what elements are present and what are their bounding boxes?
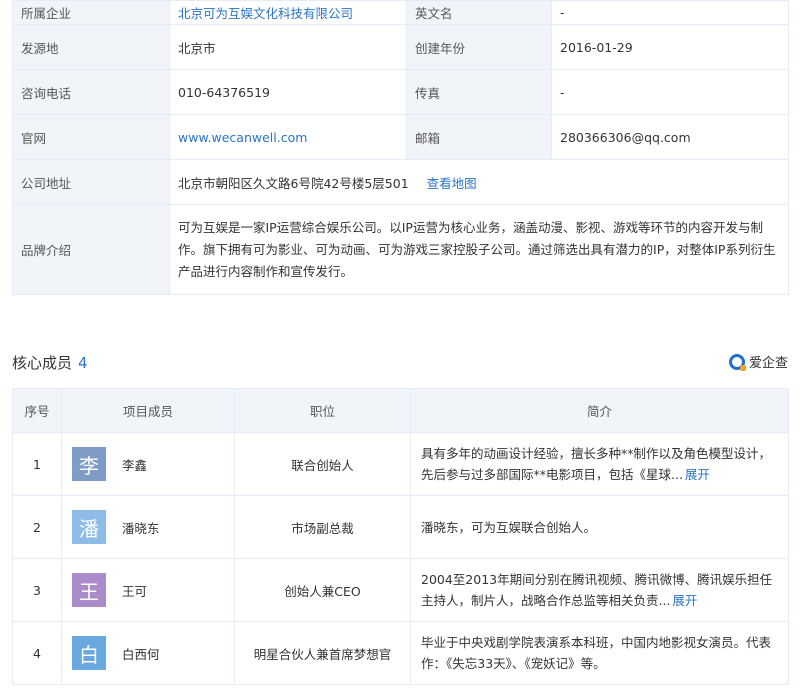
info-row-company: 所属企业 北京可为互娱文化科技有限公司 英文名 - (12, 0, 789, 25)
members-title: 核心成员 4 (12, 352, 88, 373)
member-person[interactable]: 王 王可 (62, 573, 234, 607)
info-row-website: 官网 www.wecanwell.com 邮箱 280366306@qq.com (12, 114, 789, 160)
expand-link[interactable]: 展开 (672, 593, 697, 608)
avatar: 李 (72, 447, 106, 481)
brand-description: 可为互娱是一家IP运营综合娱乐公司。以IP运营为核心业务，涵盖动漫、影视、游戏等… (169, 204, 789, 295)
member-name: 王可 (122, 583, 148, 599)
info-value: 280366306@qq.com (551, 114, 789, 160)
info-row-address: 公司地址 北京市朝阳区久文路6号院42号楼5层501 查看地图 (12, 159, 789, 205)
member-position: 创始人兼CEO (234, 558, 411, 622)
avatar: 白 (72, 636, 106, 670)
members-panel: 序号 项目成员 职位 简介 1 李 李鑫 联合创始人 具有多年的动画设计经验，擅… (12, 388, 789, 685)
col-header-index: 序号 (12, 388, 62, 433)
members-count: 4 (78, 354, 88, 372)
avatar: 王 (72, 573, 106, 607)
info-label: 英文名 (406, 0, 552, 25)
member-name: 李鑫 (122, 457, 148, 473)
info-label: 邮箱 (406, 114, 552, 160)
member-intro-text: 2004至2013年期间分别在腾讯视频、腾讯微博、腾讯娱乐担任主持人，制片人，战… (421, 572, 773, 608)
info-value: - (551, 69, 789, 115)
info-label: 公司地址 (12, 159, 170, 205)
member-name: 潘晓东 (122, 520, 160, 536)
member-intro-text: 毕业于中央戏剧学院表演系本科班，中国内地影视女演员。代表作：《失忘33天》、《宠… (421, 635, 772, 671)
member-intro: 潘晓东，可为互娱联合创始人。 (410, 495, 789, 559)
aiqicha-logo[interactable]: 爱企查 (728, 352, 788, 371)
member-position: 明星合伙人兼首席梦想官 (234, 621, 411, 685)
view-map-button[interactable]: 查看地图 (427, 176, 477, 191)
member-row: 4 白 白西何 明星合伙人兼首席梦想官 毕业于中央戏剧学院表演系本科班，中国内地… (12, 621, 789, 685)
info-label: 官网 (12, 114, 170, 160)
info-row-origin: 发源地 北京市 创建年份 2016-01-29 (12, 24, 789, 70)
info-value: 2016-01-29 (551, 24, 789, 70)
col-header-position: 职位 (234, 388, 411, 433)
member-index: 4 (12, 621, 62, 685)
member-index: 2 (12, 495, 62, 559)
address-value: 北京市朝阳区久文路6号院42号楼5层501 (178, 175, 409, 191)
info-value: - (551, 0, 789, 25)
info-label: 传真 (406, 69, 552, 115)
website-link[interactable]: www.wecanwell.com (178, 130, 307, 145)
aiqicha-logo-text: 爱企查 (748, 356, 788, 371)
member-row: 2 潘 潘晓东 市场副总裁 潘晓东，可为互娱联合创始人。 (12, 495, 789, 559)
info-label: 咨询电话 (12, 69, 170, 115)
members-table: 序号 项目成员 职位 简介 1 李 李鑫 联合创始人 具有多年的动画设计经验，擅… (12, 388, 789, 685)
company-info-table: 所属企业 北京可为互娱文化科技有限公司 英文名 - 发源地 北京市 创建年份 2… (12, 0, 789, 295)
col-header-member: 项目成员 (61, 388, 235, 433)
info-row-brand: 品牌介绍 可为互娱是一家IP运营综合娱乐公司。以IP运营为核心业务，涵盖动漫、影… (12, 204, 789, 295)
member-intro: 具有多年的动画设计经验，擅长多种**制作以及角色模型设计，先后参与过多部国际**… (410, 432, 789, 496)
avatar: 潘 (72, 510, 106, 544)
info-label: 品牌介绍 (12, 204, 170, 295)
aiqicha-logo-icon (728, 353, 746, 371)
member-intro: 毕业于中央戏剧学院表演系本科班，中国内地影视女演员。代表作：《失忘33天》、《宠… (410, 621, 789, 685)
info-row-phone: 咨询电话 010-64376519 传真 - (12, 69, 789, 115)
company-link[interactable]: 北京可为互娱文化科技有限公司 (178, 6, 353, 21)
company-info-panel: 所属企业 北京可为互娱文化科技有限公司 英文名 - 发源地 北京市 创建年份 2… (12, 0, 789, 295)
member-row: 1 李 李鑫 联合创始人 具有多年的动画设计经验，擅长多种**制作以及角色模型设… (12, 432, 789, 496)
member-position: 市场副总裁 (234, 495, 411, 559)
member-index: 3 (12, 558, 62, 622)
member-index: 1 (12, 432, 62, 496)
info-value: 北京市 (169, 24, 407, 70)
members-title-text: 核心成员 (12, 354, 73, 372)
member-row: 3 王 王可 创始人兼CEO 2004至2013年期间分别在腾讯视频、腾讯微博、… (12, 558, 789, 622)
info-label: 创建年份 (406, 24, 552, 70)
info-label: 所属企业 (12, 0, 170, 25)
info-label: 发源地 (12, 24, 170, 70)
info-value: 010-64376519 (169, 69, 407, 115)
col-header-intro: 简介 (410, 388, 789, 433)
member-person[interactable]: 白 白西何 (62, 636, 234, 670)
member-intro: 2004至2013年期间分别在腾讯视频、腾讯微博、腾讯娱乐担任主持人，制片人，战… (410, 558, 789, 622)
member-position: 联合创始人 (234, 432, 411, 496)
members-header: 核心成员 4 爱企查 (12, 348, 788, 376)
members-table-header: 序号 项目成员 职位 简介 (12, 388, 789, 433)
member-intro-text: 具有多年的动画设计经验，擅长多种**制作以及角色模型设计，先后参与过多部国际**… (421, 446, 772, 482)
member-person[interactable]: 潘 潘晓东 (62, 510, 234, 544)
member-name: 白西何 (122, 646, 160, 662)
expand-link[interactable]: 展开 (685, 467, 710, 482)
member-person[interactable]: 李 李鑫 (62, 447, 234, 481)
member-intro-text: 潘晓东，可为互娱联合创始人。 (421, 519, 597, 535)
